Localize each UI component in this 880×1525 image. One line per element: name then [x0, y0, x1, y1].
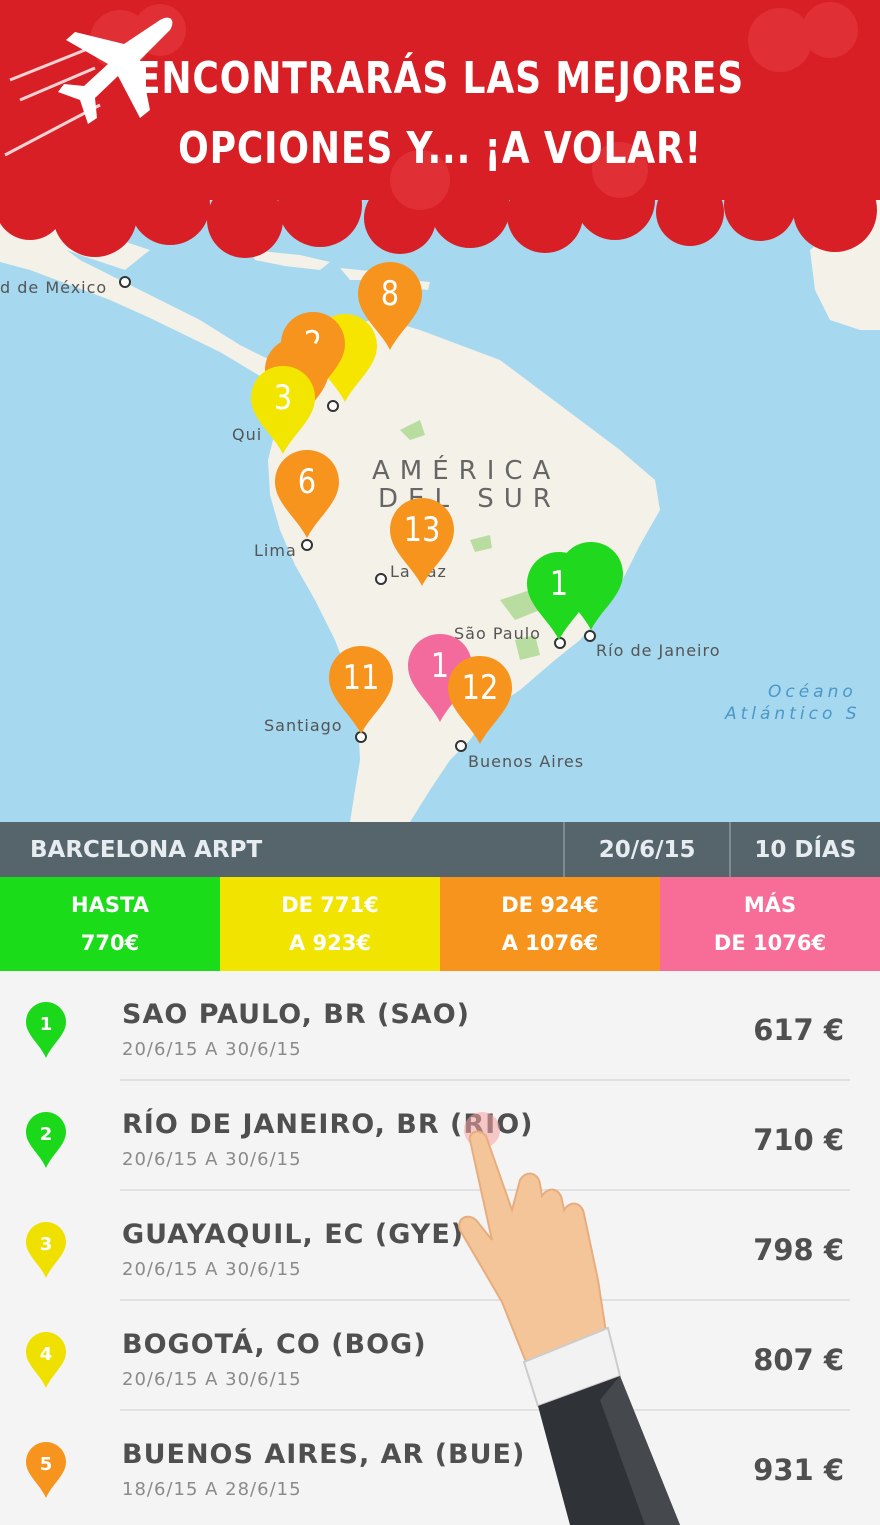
ocean-label-line2: Atlántico S — [725, 704, 861, 724]
price: 617 € — [753, 1013, 844, 1047]
travel-dates: 20/6/15 A 30/6/15 — [122, 1259, 302, 1280]
pin-label: 12 — [461, 668, 499, 708]
map-view[interactable]: d de México Qui AMÉRICA DEL SUR Lima La … — [0, 0, 880, 822]
rank-number: 4 — [40, 1344, 53, 1365]
legend-band-line1: DE 771€ — [281, 893, 379, 917]
map-pin-8[interactable]: 8 — [355, 260, 425, 352]
price: 931 € — [753, 1453, 844, 1487]
lima-label: Lima — [254, 541, 297, 560]
travel-dates: 20/6/15 A 30/6/15 — [122, 1149, 302, 1170]
map-pin-1[interactable]: 1 — [524, 550, 594, 642]
pin-label: 6 — [297, 462, 317, 502]
list-item[interactable]: 2 RÍO DE JANEIRO, BR (RIO) 20/6/15 A 30/… — [0, 1081, 880, 1191]
pin-label: 3 — [273, 378, 293, 418]
legend-band-line1: DE 924€ — [501, 893, 599, 917]
rank-pin-icon: 5 — [26, 1442, 66, 1498]
legend-band-line2: A 1076€ — [501, 931, 599, 955]
rank-number: 1 — [40, 1014, 53, 1035]
map-pin-12[interactable]: 12 — [445, 654, 515, 746]
rank-pin-icon: 2 — [26, 1112, 66, 1168]
map-pin-13[interactable]: 13 — [387, 496, 457, 588]
price: 798 € — [753, 1233, 844, 1267]
rank-pin-icon: 3 — [26, 1222, 66, 1278]
legend-band-line1: HASTA — [71, 893, 149, 917]
buenos-aires-label: Buenos Aires — [468, 752, 585, 771]
legend-band-line2: DE 1076€ — [713, 931, 827, 955]
rank-number: 3 — [40, 1234, 53, 1255]
list-item[interactable]: 5 BUENOS AIRES, AR (BUE) 18/6/15 A 28/6/… — [0, 1411, 880, 1521]
destination-name: RÍO DE JANEIRO, BR (RIO) — [122, 1109, 534, 1140]
price: 807 € — [753, 1343, 844, 1377]
departure-date[interactable]: 20/6/15 — [563, 822, 728, 877]
results-list: 1 SAO PAULO, BR (SAO) 20/6/15 A 30/6/15 … — [0, 971, 880, 1521]
legend-band-yellow: DE 771€ A 923€ — [220, 877, 440, 971]
price: 710 € — [753, 1123, 844, 1157]
lima-dot — [301, 539, 313, 551]
list-item[interactable]: 1 SAO PAULO, BR (SAO) 20/6/15 A 30/6/15 … — [0, 971, 880, 1081]
rank-number: 5 — [40, 1454, 53, 1475]
travel-dates: 20/6/15 A 30/6/15 — [122, 1369, 302, 1390]
legend-band-green: HASTA 770€ — [0, 877, 220, 971]
mexico-label: d de México — [0, 278, 108, 297]
map-pin-6[interactable]: 6 — [272, 448, 342, 540]
ocean-label-line1: Océano — [768, 682, 857, 702]
rank-pin-icon: 1 — [26, 1002, 66, 1058]
legend-band-orange: DE 924€ A 1076€ — [440, 877, 660, 971]
pin-label: 8 — [380, 274, 400, 314]
origin-airport[interactable]: BARCELONA ARPT — [0, 822, 563, 877]
legend-band-line2: A 923€ — [288, 931, 371, 955]
list-item[interactable]: 3 GUAYAQUIL, EC (GYE) 20/6/15 A 30/6/15 … — [0, 1191, 880, 1301]
trip-duration[interactable]: 10 DÍAS — [728, 822, 880, 877]
legend-band-line1: MÁS — [743, 893, 797, 917]
pin-label: 13 — [403, 510, 441, 550]
travel-dates: 20/6/15 A 30/6/15 — [122, 1039, 302, 1060]
rank-pin-icon: 4 — [26, 1332, 66, 1388]
destination-name: BUENOS AIRES, AR (BUE) — [122, 1439, 526, 1470]
destination-name: SAO PAULO, BR (SAO) — [122, 999, 470, 1030]
la-paz-dot — [375, 573, 387, 585]
mexico-city-dot — [119, 276, 131, 288]
pin-label: 11 — [342, 658, 380, 698]
map-pin-11[interactable]: 11 — [326, 644, 396, 736]
legend-band-pink: MÁS DE 1076€ — [660, 877, 880, 971]
destination-name: BOGOTÁ, CO (BOG) — [122, 1329, 427, 1360]
rio-label: Río de Janeiro — [596, 641, 721, 660]
map-pin-3[interactable]: 3 — [248, 364, 318, 456]
rank-number: 2 — [40, 1124, 53, 1145]
travel-dates: 18/6/15 A 28/6/15 — [122, 1479, 302, 1500]
list-item[interactable]: 4 BOGOTÁ, CO (BOG) 20/6/15 A 30/6/15 807… — [0, 1301, 880, 1411]
legend-band-line2: 770€ — [80, 931, 140, 955]
destination-name: GUAYAQUIL, EC (GYE) — [122, 1219, 465, 1250]
region-label-line1: AMÉRICA — [372, 456, 561, 486]
price-legend: HASTA 770€ DE 771€ A 923€ DE 924€ A 1076… — [0, 877, 880, 971]
search-summary-bar[interactable]: BARCELONA ARPT 20/6/15 10 DÍAS — [0, 822, 880, 877]
pin-label: 1 — [549, 564, 569, 604]
